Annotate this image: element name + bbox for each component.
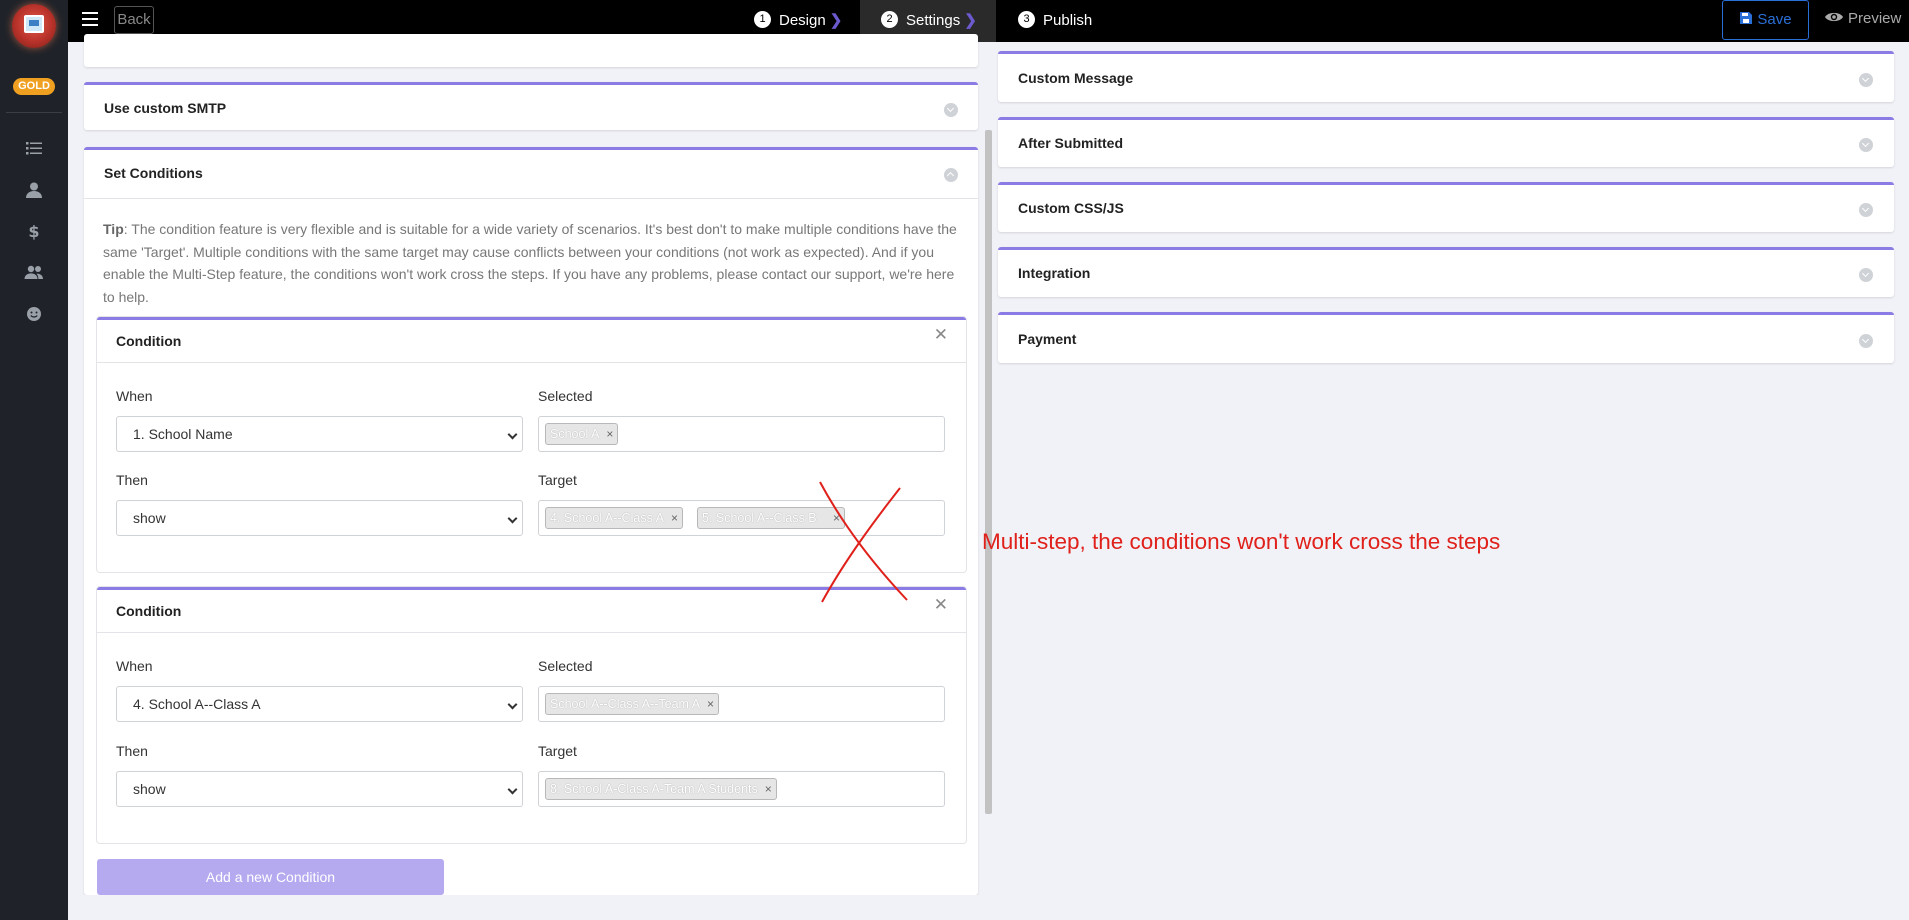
- selected-multiselect[interactable]: School A--Class A--Team A ×: [538, 686, 945, 722]
- user-icon[interactable]: [24, 180, 44, 200]
- when-label: When: [116, 388, 153, 404]
- save-icon: [1740, 12, 1753, 24]
- then-label: Then: [116, 472, 148, 488]
- then-select[interactable]: show: [116, 500, 523, 536]
- tag-remove-icon[interactable]: ×: [765, 779, 772, 799]
- chevron-down-icon: [507, 513, 518, 524]
- target-label: Target: [538, 472, 577, 488]
- panel-title: Payment: [1018, 331, 1077, 347]
- chevron-down-icon: [507, 784, 518, 795]
- then-label: Then: [116, 743, 148, 759]
- panel-title: Set Conditions: [104, 165, 203, 181]
- red-cross-annotation: [819, 481, 908, 603]
- tag-label: 4. School A--Class A: [550, 511, 664, 525]
- step-number: 2: [881, 11, 898, 29]
- then-value: show: [133, 781, 166, 797]
- chevron-down-icon[interactable]: [944, 103, 958, 117]
- annotation-text: Multi-step, the conditions won't work cr…: [982, 529, 1501, 554]
- tag-label: School A--Class A--Team A: [550, 697, 701, 711]
- content-bottom-gap: [68, 895, 978, 920]
- chevron-up-icon[interactable]: [944, 168, 958, 182]
- panel-title: Custom Message: [1018, 70, 1134, 86]
- when-select[interactable]: 4. School A--Class A: [116, 686, 523, 722]
- target-tag[interactable]: 8. School A-Class A-Team A Students ×: [545, 778, 777, 800]
- step-label: Design: [779, 12, 826, 29]
- step-number: 1: [754, 11, 771, 29]
- selected-tag[interactable]: School A--Class A--Team A ×: [545, 693, 720, 715]
- scrollbar-thumb[interactable]: [985, 130, 992, 814]
- selected-tag[interactable]: School A ×: [545, 423, 619, 445]
- target-tag[interactable]: 4. School A--Class A ×: [545, 507, 683, 529]
- sidebar: GOLD $: [0, 0, 68, 920]
- condition-title: Condition: [116, 603, 182, 619]
- tag-label: 8. School A-Class A-Team A Students: [550, 782, 758, 796]
- chevron-down-icon: [507, 429, 518, 440]
- users-icon[interactable]: [24, 262, 44, 282]
- tip-label: Tip: [103, 221, 124, 237]
- tip-body: : The condition feature is very flexible…: [103, 221, 957, 305]
- chevron-down-icon: [507, 699, 518, 710]
- panel-integration[interactable]: Integration: [998, 247, 1894, 297]
- tag-remove-icon[interactable]: ×: [671, 508, 678, 528]
- panel-title: Custom CSS/JS: [1018, 200, 1124, 216]
- save-label: Save: [1757, 11, 1792, 28]
- panel-title: After Submitted: [1018, 135, 1123, 151]
- step-number: 3: [1018, 11, 1035, 29]
- target-multiselect[interactable]: 8. School A-Class A-Team A Students ×: [538, 771, 945, 807]
- then-select[interactable]: show: [116, 771, 523, 807]
- app-logo[interactable]: [12, 4, 56, 48]
- condition-title: Condition: [116, 333, 182, 349]
- step-label: Publish: [1043, 12, 1093, 29]
- chevron-down-icon[interactable]: [1859, 268, 1873, 282]
- chevron-right-icon: ❯: [829, 12, 843, 29]
- chevron-down-icon[interactable]: [1859, 138, 1873, 152]
- close-icon[interactable]: ✕: [934, 595, 948, 615]
- selected-label: Selected: [538, 658, 593, 674]
- chevron-down-icon[interactable]: [1859, 203, 1873, 217]
- preview-label: Preview: [1848, 10, 1902, 27]
- list-icon[interactable]: [24, 138, 44, 158]
- tag-remove-icon[interactable]: ×: [707, 694, 714, 714]
- add-condition-button[interactable]: Add a new Condition: [97, 859, 444, 895]
- collapsed-panel-top: [84, 34, 978, 67]
- panel-after-submitted[interactable]: After Submitted: [998, 117, 1894, 167]
- selected-multiselect[interactable]: School A ×: [538, 416, 945, 452]
- when-select[interactable]: 1. School Name: [116, 416, 523, 452]
- when-value: 1. School Name: [133, 426, 233, 442]
- smile-icon[interactable]: [24, 304, 44, 324]
- condition-header: Condition ✕: [97, 320, 966, 363]
- menu-icon[interactable]: [82, 12, 98, 28]
- panel-custom-smtp[interactable]: Use custom SMTP: [84, 82, 978, 130]
- tag-label: 5. School A--Class B: [702, 511, 817, 525]
- dollar-icon[interactable]: $: [24, 221, 44, 241]
- tag-remove-icon[interactable]: ×: [606, 424, 613, 444]
- when-label: When: [116, 658, 153, 674]
- svg-text:$: $: [28, 222, 39, 241]
- step-label: Settings: [906, 12, 961, 29]
- panel-custom-css-js[interactable]: Custom CSS/JS: [998, 182, 1894, 232]
- then-value: show: [133, 510, 166, 526]
- tip-text: Tip: The condition feature is very flexi…: [103, 218, 963, 308]
- tag-label: School A: [550, 427, 600, 441]
- panel-payment[interactable]: Payment: [998, 312, 1894, 363]
- chevron-down-icon[interactable]: [1859, 334, 1873, 348]
- gold-badge: GOLD: [13, 78, 55, 95]
- panel-title: Integration: [1018, 265, 1091, 281]
- chevron-right-icon: ❯: [964, 12, 977, 29]
- save-button[interactable]: Save: [1722, 0, 1809, 40]
- selected-label: Selected: [538, 388, 593, 404]
- when-value: 4. School A--Class A: [133, 696, 261, 712]
- panel-custom-message[interactable]: Custom Message: [998, 51, 1894, 102]
- chevron-down-icon[interactable]: [1859, 73, 1873, 87]
- divider: [84, 198, 978, 199]
- condition-card: Condition ✕ When 4. School A--Class A Se…: [97, 587, 966, 843]
- eye-icon: [1825, 12, 1843, 22]
- back-button[interactable]: Back: [114, 6, 154, 34]
- panel-title: Use custom SMTP: [104, 100, 227, 116]
- target-label: Target: [538, 743, 577, 759]
- sidebar-divider: [6, 112, 62, 113]
- step-publish[interactable]: 3 Publish: [1018, 0, 1092, 42]
- close-icon[interactable]: ✕: [934, 325, 948, 345]
- preview-button[interactable]: Preview: [1824, 8, 1901, 30]
